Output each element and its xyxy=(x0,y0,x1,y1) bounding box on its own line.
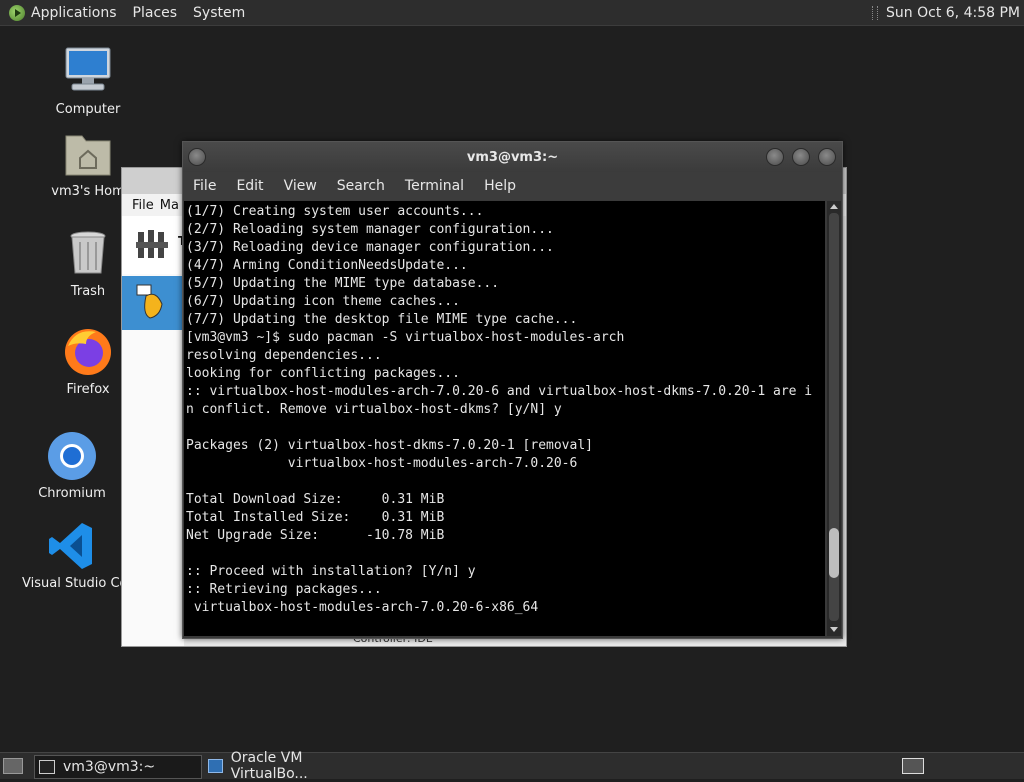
desktop-icon-computer[interactable]: Computer xyxy=(38,46,138,117)
top-panel: Applications Places System Sun Oct 6, 4:… xyxy=(0,0,1024,26)
close-button[interactable] xyxy=(818,148,836,166)
scroll-track[interactable] xyxy=(829,213,839,621)
terminal-line: n conflict. Remove virtualbox-host-dkms?… xyxy=(186,402,562,417)
virtualbox-icon xyxy=(208,759,223,773)
menu-terminal[interactable]: Terminal xyxy=(395,178,474,194)
menu-view[interactable]: View xyxy=(274,178,327,194)
terminal-window[interactable]: vm3@vm3:~ File Edit View Search Terminal… xyxy=(182,141,843,639)
minimize-button[interactable] xyxy=(766,148,784,166)
terminal-titlebar[interactable]: vm3@vm3:~ xyxy=(183,142,842,172)
terminal-line: :: Retrieving packages... xyxy=(186,582,382,597)
desktop-icon-chromium[interactable]: Chromium xyxy=(22,430,122,501)
firefox-icon xyxy=(62,326,114,378)
bottom-panel: vm3@vm3:~ Oracle VM VirtualBo... xyxy=(0,750,1024,782)
terminal-line: (4/7) Arming ConditionNeedsUpdate... xyxy=(186,258,468,273)
terminal-scrollbar[interactable] xyxy=(827,201,841,636)
places-menu[interactable]: Places xyxy=(125,5,186,21)
desktop-icon-vscode[interactable]: Visual Studio Coc xyxy=(22,520,122,591)
vbox-vm-list-item[interactable] xyxy=(122,276,184,330)
workspace-switcher[interactable] xyxy=(902,758,924,774)
taskbar-item-terminal[interactable]: vm3@vm3:~ xyxy=(34,755,202,779)
computer-icon xyxy=(62,46,114,98)
terminal-menubar: File Edit View Search Terminal Help xyxy=(183,172,842,200)
home-folder-icon xyxy=(62,128,114,180)
vbox-menu-file[interactable]: File xyxy=(122,198,154,213)
terminal-line: (1/7) Creating system user accounts... xyxy=(186,204,484,219)
menu-edit[interactable]: Edit xyxy=(226,178,273,194)
arch-vm-icon xyxy=(136,284,163,319)
terminal-line: resolving dependencies... xyxy=(186,348,382,363)
terminal-line: Packages (2) virtualbox-host-dkms-7.0.20… xyxy=(186,438,593,453)
vbox-tools-item[interactable]: T xyxy=(122,216,186,274)
terminal-line: :: Proceed with installation? [Y/n] y xyxy=(186,564,476,579)
terminal-line: (6/7) Updating icon theme caches... xyxy=(186,294,460,309)
terminal-icon xyxy=(39,760,55,774)
terminal-line: virtualbox-host-modules-arch-7.0.20-6 xyxy=(186,456,578,471)
tools-icon xyxy=(136,230,168,258)
terminal-title: vm3@vm3:~ xyxy=(466,150,559,165)
menu-help[interactable]: Help xyxy=(474,178,526,194)
terminal-line: Total Download Size: 0.31 MiB xyxy=(186,492,445,507)
terminal-line: (2/7) Reloading system manager configura… xyxy=(186,222,554,237)
system-menu[interactable]: System xyxy=(185,5,253,21)
virtualbox-sidebar: T xyxy=(122,216,186,646)
terminal-line: virtualbox-host-modules-arch-7.0.20-6-x8… xyxy=(186,600,539,615)
scroll-down-icon[interactable] xyxy=(830,627,838,632)
scroll-up-icon[interactable] xyxy=(830,204,838,209)
vscode-icon xyxy=(46,520,98,572)
taskbar-item-virtualbox[interactable]: Oracle VM VirtualBo... xyxy=(204,750,370,782)
terminal-line: [vm3@vm3 ~]$ sudo pacman -S virtualbox-h… xyxy=(186,330,625,345)
applications-menu[interactable]: Applications xyxy=(31,5,125,21)
terminal-line: Net Upgrade Size: -10.78 MiB xyxy=(186,528,445,543)
terminal-line: (3/7) Reloading device manager configura… xyxy=(186,240,554,255)
panel-separator xyxy=(872,5,879,20)
terminal-line: Total Installed Size: 0.31 MiB xyxy=(186,510,445,525)
trash-icon xyxy=(62,228,114,280)
distro-logo-icon[interactable] xyxy=(9,4,25,21)
terminal-line: :: virtualbox-host-modules-arch-7.0.20-6… xyxy=(186,384,813,399)
maximize-button[interactable] xyxy=(792,148,810,166)
chromium-icon xyxy=(46,430,98,482)
terminal-line: looking for conflicting packages... xyxy=(186,366,460,381)
terminal-line: (5/7) Updating the MIME type database... xyxy=(186,276,500,291)
menu-search[interactable]: Search xyxy=(327,178,395,194)
terminal-line: (7/7) Updating the desktop file MIME typ… xyxy=(186,312,578,327)
clock[interactable]: Sun Oct 6, 4:58 PM xyxy=(886,5,1024,21)
vbox-menu-machine[interactable]: Ma xyxy=(154,198,179,213)
show-desktop-icon[interactable] xyxy=(3,758,23,774)
scroll-thumb[interactable] xyxy=(829,528,839,578)
terminal-output[interactable]: (1/7) Creating system user accounts... (2… xyxy=(184,201,825,636)
menu-file[interactable]: File xyxy=(183,178,226,194)
